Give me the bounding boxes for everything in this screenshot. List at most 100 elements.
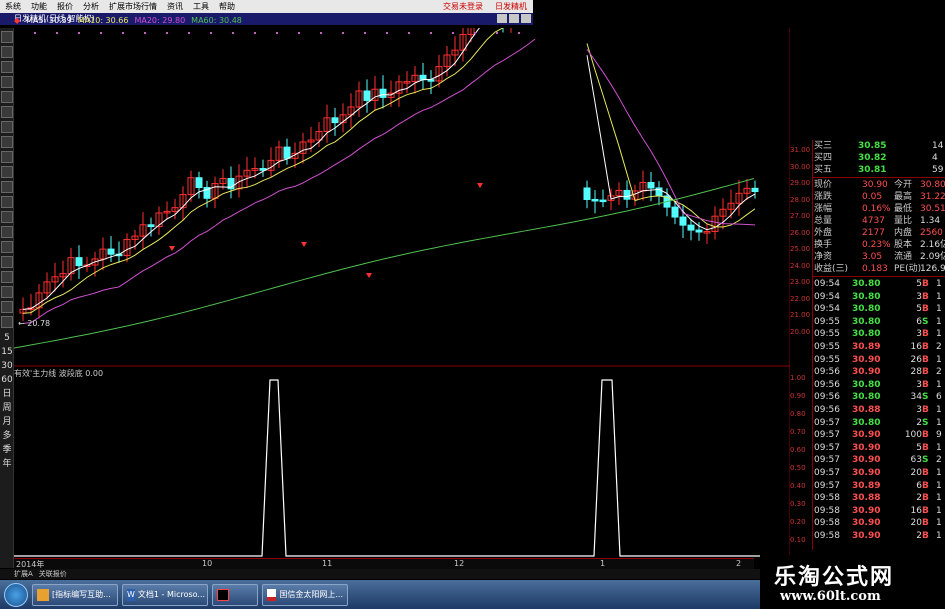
signal-dot bbox=[298, 32, 300, 34]
tick-volume: 34 bbox=[910, 392, 922, 403]
toolbar-tool-icon[interactable] bbox=[1, 256, 13, 268]
close-button[interactable] bbox=[521, 14, 531, 23]
tick-count: 1 bbox=[936, 531, 942, 541]
tick-price: 30.89 bbox=[852, 342, 881, 352]
stat-label: PE(动) bbox=[894, 264, 922, 274]
tick-side: B bbox=[922, 279, 929, 289]
toolbar-tool-icon[interactable] bbox=[1, 136, 13, 148]
indicator-axis-label: 0.10 bbox=[790, 536, 806, 544]
toolbar-tool-icon[interactable] bbox=[1, 196, 13, 208]
toolbar-tool-icon[interactable] bbox=[1, 286, 13, 298]
tick-count: 1 bbox=[936, 417, 942, 428]
candle-body bbox=[671, 206, 679, 218]
menu-item-analysis[interactable]: 分析 bbox=[78, 1, 104, 12]
divider bbox=[812, 276, 945, 277]
candle-body bbox=[331, 117, 339, 124]
period-button[interactable]: 月 bbox=[0, 415, 14, 429]
period-button[interactable]: 日 bbox=[0, 387, 14, 401]
toolbar-tool-icon[interactable] bbox=[1, 151, 13, 163]
toolbar-tool-icon[interactable] bbox=[1, 271, 13, 283]
stat-label: 股本 bbox=[894, 240, 913, 250]
toolbar-tool-icon[interactable] bbox=[1, 61, 13, 73]
period-button[interactable]: 5 bbox=[0, 331, 14, 345]
stat-value: 30.51 bbox=[920, 204, 945, 214]
taskbar-item-forum[interactable]: [指标编写互助... bbox=[32, 583, 118, 606]
tick-time: 09:56 bbox=[814, 367, 840, 378]
price-axis-label: 30.00 bbox=[790, 162, 811, 171]
candlestick-chart[interactable]: ← 20.78 bbox=[14, 28, 790, 558]
taskbar-item-word[interactable]: W 文档1 - Microso... bbox=[122, 583, 208, 606]
taskbar-item-broker[interactable]: 国信金太阳网上... bbox=[262, 583, 348, 606]
toolbar-tool-icon[interactable] bbox=[1, 181, 13, 193]
tick-side: B bbox=[922, 354, 929, 365]
price-axis-label: 22.00 bbox=[790, 294, 811, 303]
period-button[interactable]: 15 bbox=[0, 345, 14, 359]
tick-volume: 100 bbox=[904, 430, 922, 441]
toolbar-tool-icon[interactable] bbox=[1, 301, 13, 313]
menu-item-quote[interactable]: 报价 bbox=[52, 1, 78, 12]
menu-item-tools[interactable]: 工具 bbox=[188, 1, 214, 12]
stat-value: 0.16% bbox=[862, 204, 891, 214]
candle-body bbox=[687, 224, 695, 231]
signal-dot bbox=[56, 32, 58, 34]
trade-login-status[interactable]: 交易未登录 bbox=[437, 1, 489, 12]
tick-price: 30.80 bbox=[852, 279, 881, 289]
toolbar-tool-icon[interactable] bbox=[1, 91, 13, 103]
signal-dot bbox=[210, 32, 212, 34]
start-button[interactable] bbox=[4, 582, 28, 607]
stat-label: 流通 bbox=[894, 252, 913, 262]
signal-dot bbox=[276, 32, 278, 34]
indicator-label: 有效'主力线 波段底 0.00 bbox=[14, 369, 104, 378]
menu-item-help[interactable]: 帮助 bbox=[214, 1, 240, 12]
minimize-button[interactable] bbox=[497, 14, 507, 23]
stat-label: 换手 bbox=[814, 240, 833, 250]
signal-dot bbox=[232, 32, 234, 34]
stat-value: 0.183 bbox=[862, 264, 888, 274]
toolbar-tool-icon[interactable] bbox=[1, 211, 13, 223]
toolbar-tool-icon[interactable] bbox=[1, 316, 13, 328]
tick-price: 30.90 bbox=[852, 442, 881, 453]
tick-row: 09:54 30.80 3 B 1 bbox=[812, 291, 945, 303]
period-button[interactable]: 30 bbox=[0, 359, 14, 373]
tick-side: B bbox=[922, 291, 929, 302]
candle-body bbox=[679, 216, 687, 226]
period-button[interactable]: 周 bbox=[0, 401, 14, 415]
tab-ext-a[interactable]: 扩展A bbox=[14, 569, 33, 579]
menu-item-function[interactable]: 功能 bbox=[26, 1, 52, 12]
period-button[interactable]: 年 bbox=[0, 457, 14, 471]
low-price-label: ← 20.78 bbox=[18, 319, 50, 328]
tick-time: 09:55 bbox=[814, 316, 840, 327]
stat-value: 4737 bbox=[862, 216, 885, 226]
tick-volume: 3 bbox=[916, 329, 922, 340]
period-button[interactable]: 60 bbox=[0, 373, 14, 387]
toolbar-tool-icon[interactable] bbox=[1, 166, 13, 178]
toolbar-tool-icon[interactable] bbox=[1, 226, 13, 238]
toolbar-tool-icon[interactable] bbox=[1, 31, 13, 43]
menu-item-ext-market[interactable]: 扩展市场行情 bbox=[104, 1, 162, 12]
tab-linked-quote[interactable]: 关联报价 bbox=[39, 569, 67, 579]
period-button[interactable]: 季 bbox=[0, 443, 14, 457]
toolbar-tool-icon[interactable] bbox=[1, 241, 13, 253]
toolbar-tool-icon[interactable] bbox=[1, 46, 13, 58]
signal-dot bbox=[364, 32, 366, 34]
tick-volume: 3 bbox=[916, 291, 922, 302]
candle-body bbox=[75, 257, 83, 267]
price-axis-label: 26.00 bbox=[790, 228, 811, 237]
candle-body bbox=[107, 248, 115, 255]
menu-item-news[interactable]: 资讯 bbox=[162, 1, 188, 12]
ma10-line bbox=[22, 28, 504, 314]
candle-body bbox=[695, 229, 703, 233]
stat-value: 30.80 bbox=[920, 180, 945, 190]
stat-label: 外盘 bbox=[814, 228, 833, 238]
toolbar-tool-icon[interactable] bbox=[1, 121, 13, 133]
stock-name-link[interactable]: 日发精机 bbox=[489, 1, 533, 12]
period-button[interactable]: 多 bbox=[0, 429, 14, 443]
tick-side: B bbox=[922, 405, 929, 415]
toolbar-tool-icon[interactable] bbox=[1, 106, 13, 118]
maximize-button[interactable] bbox=[509, 14, 519, 23]
tick-count: 9 bbox=[936, 430, 942, 441]
menu-item-system[interactable]: 系统 bbox=[0, 1, 26, 12]
tick-price: 30.88 bbox=[852, 493, 881, 504]
toolbar-tool-icon[interactable] bbox=[1, 76, 13, 88]
taskbar-item-chart[interactable] bbox=[212, 583, 258, 606]
